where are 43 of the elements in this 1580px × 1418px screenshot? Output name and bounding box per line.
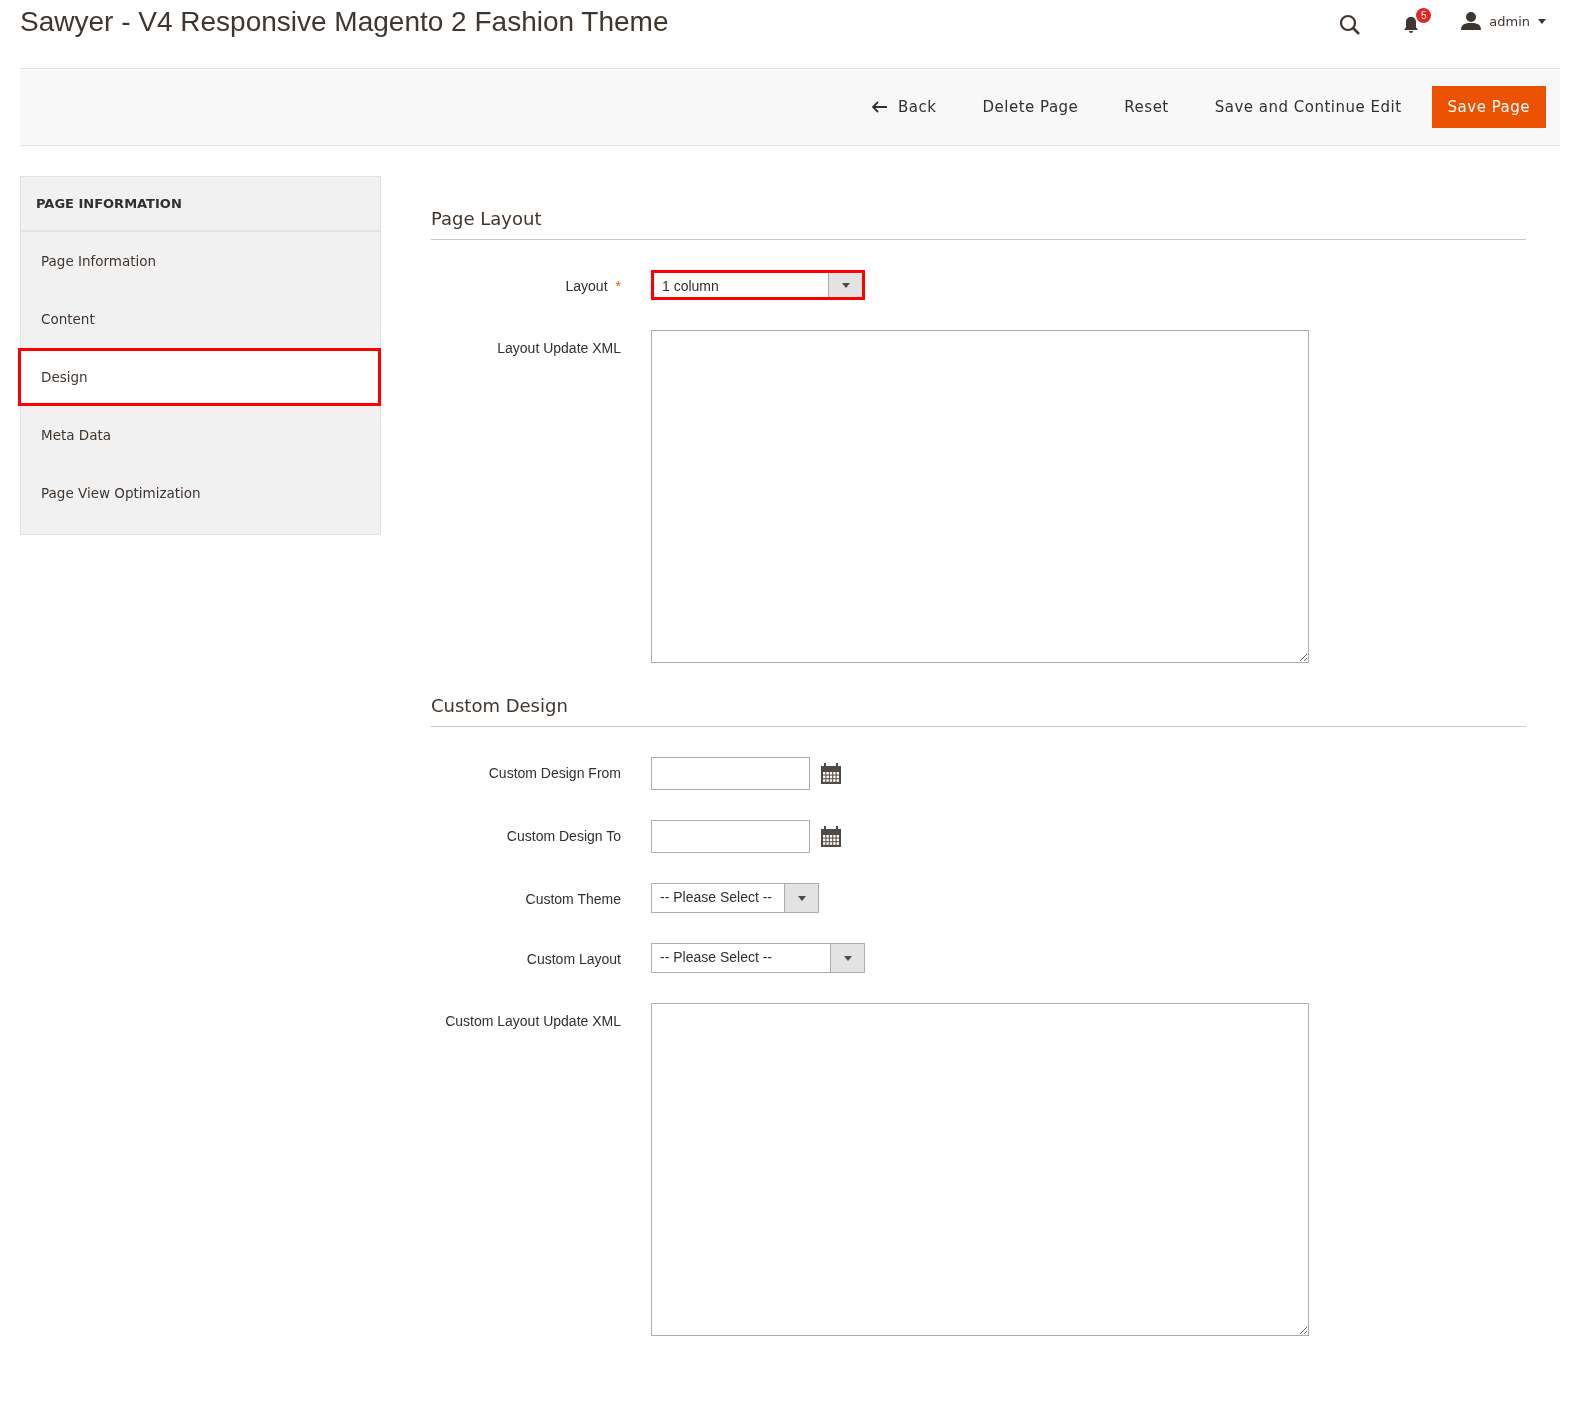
toolbar-button[interactable]: Save and Continue Edit (1198, 86, 1418, 128)
date-field[interactable] (651, 757, 810, 790)
notifications-button[interactable]: 5 (1403, 8, 1432, 34)
caret-icon (1538, 18, 1546, 24)
date-field[interactable] (651, 820, 810, 853)
search-icon (1339, 14, 1362, 36)
toolbar-button[interactable]: Reset (1108, 86, 1185, 128)
select-value: -- Please Select -- (659, 888, 774, 907)
field-label: Layout * (564, 277, 621, 294)
field-label: Custom Layout (525, 950, 621, 967)
calendar-icon[interactable] (820, 762, 842, 785)
select-field[interactable]: 1 column (651, 270, 865, 300)
toolbar-button[interactable]: Delete Page (966, 86, 1095, 128)
field-label: Custom Design From (487, 764, 621, 781)
required-marker: * (615, 278, 621, 294)
section-title: Page Layout (431, 208, 1526, 240)
sidebar-item[interactable]: Meta Data (21, 406, 380, 464)
caret-icon (797, 895, 806, 901)
back-button[interactable]: Back (856, 86, 953, 128)
user-icon (1461, 12, 1482, 30)
select-field[interactable]: -- Please Select -- (651, 883, 819, 913)
primary-button[interactable]: Save Page (1431, 86, 1546, 128)
field-label: Layout Update XML (496, 339, 621, 356)
sidebar-title: PAGE INFORMATION (21, 177, 380, 232)
select-field[interactable]: -- Please Select -- (651, 943, 865, 973)
user-menu[interactable]: admin (1461, 12, 1546, 30)
notification-count: 5 (1416, 8, 1432, 23)
sidebar-item[interactable]: Design (18, 348, 381, 406)
arrow-left-icon (872, 101, 889, 113)
sidebar-item[interactable]: Page View Optimization (21, 464, 380, 522)
select-value: 1 column (661, 277, 720, 296)
select-value: -- Please Select -- (659, 948, 774, 967)
field-label: Custom Theme (524, 890, 621, 907)
caret-icon (843, 955, 852, 961)
field-label: Custom Layout Update XML (444, 1012, 621, 1029)
bell-icon (1403, 16, 1420, 34)
section-title: Custom Design (431, 695, 1526, 727)
field-label: Custom Design To (505, 827, 621, 844)
page-title: Sawyer - V4 Responsive Magento 2 Fashion Theme (20, 6, 669, 38)
sidebar-item[interactable]: Page Information (21, 232, 380, 290)
caret-icon (841, 282, 850, 288)
sidebar-item[interactable]: Content (21, 290, 380, 348)
calendar-icon[interactable] (820, 825, 842, 848)
